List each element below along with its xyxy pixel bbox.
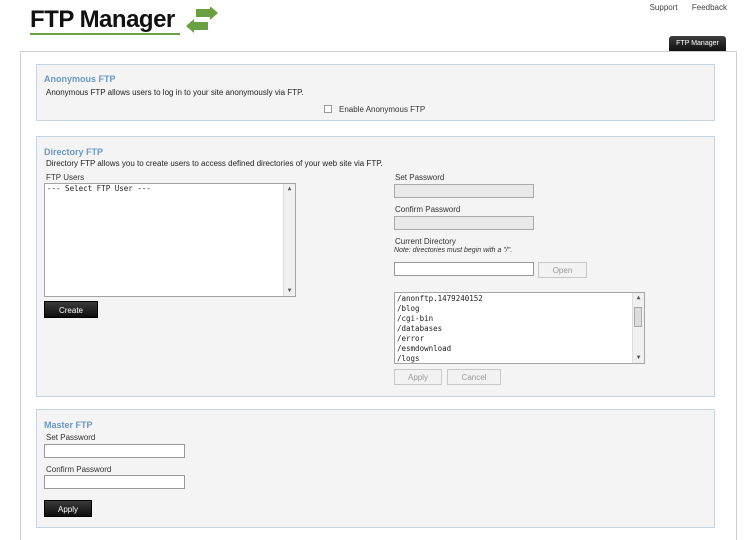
master-set-password-field[interactable] [44, 444, 185, 458]
support-link[interactable]: Support [650, 3, 678, 12]
directory-ftp-title: Directory FTP [44, 147, 104, 157]
anonymous-ftp-description: Anonymous FTP allows users to log in to … [46, 88, 304, 97]
list-item[interactable]: /anonftp.1479240152 [395, 294, 644, 304]
list-item[interactable]: /esmdownload [395, 344, 644, 354]
scroll-down-icon[interactable]: ▼ [284, 286, 295, 296]
confirm-password-label: Confirm Password [395, 205, 461, 214]
list-item[interactable]: /databases [395, 324, 644, 334]
list-item[interactable]: /logs [395, 354, 644, 363]
directory-list[interactable]: /anonftp.1479240152 /blog /cgi-bin /data… [394, 292, 645, 364]
directory-ftp-description: Directory FTP allows you to create users… [46, 159, 383, 168]
dir-confirm-password-field[interactable] [394, 216, 534, 230]
directory-scrollbar[interactable]: ▲ ▼ [632, 293, 644, 363]
scroll-up-icon[interactable]: ▲ [284, 184, 295, 194]
open-button[interactable]: Open [538, 262, 587, 278]
scroll-thumb[interactable] [634, 307, 642, 327]
master-apply-button[interactable]: Apply [44, 500, 92, 517]
master-ftp-panel: Master FTP Set Password Confirm Password… [36, 409, 715, 528]
dir-cancel-button[interactable]: Cancel [447, 369, 501, 385]
current-directory-label: Current Directory [395, 237, 456, 246]
dir-set-password-field[interactable] [394, 184, 534, 198]
create-button[interactable]: Create [44, 301, 98, 318]
current-directory-field[interactable] [394, 262, 534, 276]
anonymous-ftp-title: Anonymous FTP [44, 74, 116, 84]
ftp-users-label: FTP Users [46, 173, 85, 182]
enable-anonymous-label: Enable Anonymous FTP [339, 105, 426, 114]
logo-underline [30, 33, 180, 35]
list-item[interactable]: /blog [395, 304, 644, 314]
users-scrollbar[interactable]: ▲ ▼ [283, 184, 295, 296]
set-password-label: Set Password [395, 173, 445, 182]
transfer-arrows-icon [186, 7, 218, 33]
app-title: FTP Manager [30, 6, 175, 33]
enable-anonymous-checkbox[interactable] [324, 105, 332, 113]
anonymous-ftp-panel: Anonymous FTP Anonymous FTP allows users… [36, 64, 715, 121]
scroll-up-icon[interactable]: ▲ [633, 293, 644, 303]
directory-ftp-panel: Directory FTP Directory FTP allows you t… [36, 136, 715, 397]
list-item[interactable]: --- Select FTP User --- [45, 184, 295, 194]
directory-note: Note: directories must begin with a "/". [394, 247, 513, 254]
feedback-link[interactable]: Feedback [692, 3, 727, 12]
master-ftp-title: Master FTP [44, 420, 93, 430]
dir-apply-button[interactable]: Apply [394, 369, 442, 385]
top-links: Support Feedback [638, 3, 727, 12]
list-item[interactable]: /error [395, 334, 644, 344]
list-item[interactable]: /cgi-bin [395, 314, 644, 324]
tab-ftp-manager[interactable]: FTP Manager [669, 36, 726, 51]
master-confirm-password-label: Confirm Password [46, 465, 112, 474]
master-set-password-label: Set Password [46, 433, 96, 442]
ftp-users-list[interactable]: --- Select FTP User --- ▲ ▼ [44, 183, 296, 297]
master-confirm-password-field[interactable] [44, 475, 185, 489]
scroll-down-icon[interactable]: ▼ [633, 353, 644, 363]
